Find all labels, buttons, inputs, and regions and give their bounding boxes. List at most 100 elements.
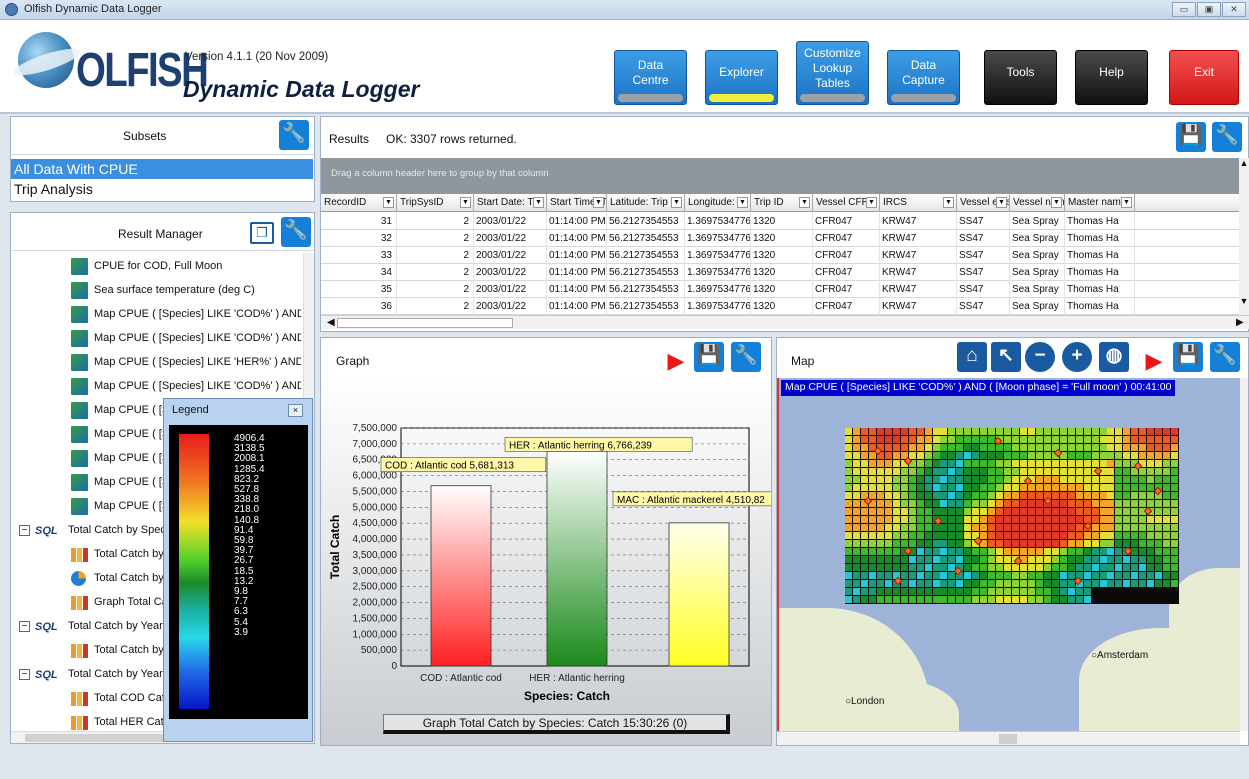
nav-tools-button[interactable]: Tools xyxy=(984,50,1057,105)
zoom-in-icon[interactable]: + xyxy=(1062,342,1092,372)
restore-icon[interactable]: ❐ xyxy=(250,222,274,244)
tree-item[interactable]: CPUE for COD, Full Moon xyxy=(11,255,301,279)
filter-dropdown-icon[interactable]: ▼ xyxy=(866,197,877,208)
nav-exit-button[interactable]: Exit xyxy=(1169,50,1239,105)
legend-close-icon[interactable]: × xyxy=(288,404,303,417)
tree-item[interactable]: Map CPUE ( [Species] LIKE 'COD%' ) AND xyxy=(11,327,301,351)
y-tick-label: 7,000,000 xyxy=(353,439,398,450)
map-canvas[interactable]: Map CPUE ( [Species] LIKE 'COD%' ) AND (… xyxy=(777,378,1240,731)
map-vscrollbar[interactable] xyxy=(1240,378,1248,731)
column-header[interactable]: Start Date: T ▼ xyxy=(474,194,547,212)
filter-dropdown-icon[interactable]: ▼ xyxy=(996,197,1007,208)
bar[interactable] xyxy=(430,485,492,667)
table-row[interactable]: 31 2 2003/01/22 01:14:00 PM 56.2127354553 1.3… xyxy=(321,213,1239,230)
wrench-icon[interactable]: 🔧 xyxy=(1210,342,1240,372)
home-icon[interactable]: ⌂ xyxy=(957,342,987,372)
play-icon[interactable]: ▶ xyxy=(1139,346,1169,376)
table-cell: KRW47 xyxy=(880,264,957,281)
column-header-label: Trip ID xyxy=(754,197,784,208)
filter-dropdown-icon[interactable]: ▼ xyxy=(671,197,682,208)
pointer-icon[interactable]: ↖ xyxy=(991,342,1021,372)
legend-window: Legend × 4906.4 3138.5 2008.1 1285.4 823.2 52… xyxy=(163,398,313,742)
table-cell: 1.3697534776S xyxy=(685,281,751,298)
filter-dropdown-icon[interactable]: ▼ xyxy=(383,197,394,208)
map-hscrollbar[interactable] xyxy=(777,731,1240,745)
column-header[interactable]: Vessel name ▼ xyxy=(1010,194,1065,212)
minimize-button[interactable]: ▭ xyxy=(1172,2,1196,17)
save-icon[interactable]: 💾 xyxy=(1173,342,1203,372)
column-header[interactable]: Longitude: T ▼ xyxy=(685,194,751,212)
y-axis-label: Total Catch xyxy=(328,515,342,579)
table-row[interactable]: 35 2 2003/01/22 01:14:00 PM 56.2127354553 1.3… xyxy=(321,281,1239,298)
table-cell: 34 xyxy=(321,264,397,281)
column-header[interactable]: TripSysID ▼ xyxy=(397,194,474,212)
filter-dropdown-icon[interactable]: ▼ xyxy=(737,197,748,208)
subset-item[interactable]: All Data With CPUE xyxy=(11,159,313,179)
result-manager-title: Result Manager xyxy=(118,227,203,241)
table-row[interactable]: 36 2 2003/01/22 01:14:00 PM 56.2127354553 1.3… xyxy=(321,298,1239,315)
filter-dropdown-icon[interactable]: ▼ xyxy=(799,197,810,208)
nav-customize-lookup-button[interactable]: Customize Lookup Tables xyxy=(796,41,869,105)
column-header[interactable]: RecordID ▼ xyxy=(321,194,397,212)
save-icon[interactable]: 💾 xyxy=(694,342,724,372)
maximize-button[interactable]: ▣ xyxy=(1197,2,1221,17)
grid-hscrollbar[interactable]: ◀ ▶ xyxy=(321,315,1249,329)
column-header[interactable]: Master nam ▼ xyxy=(1065,194,1135,212)
filter-dropdown-icon[interactable]: ▼ xyxy=(1121,197,1132,208)
filter-dropdown-icon[interactable]: ▼ xyxy=(593,197,604,208)
zoom-out-icon[interactable]: − xyxy=(1025,342,1055,372)
subset-item[interactable]: Trip Analysis xyxy=(11,179,313,199)
nav-explorer-button[interactable]: Explorer xyxy=(705,50,778,105)
tree-item[interactable]: Map CPUE ( [Species] LIKE 'COD%' ) AND xyxy=(11,375,301,399)
nav-data-centre-button[interactable]: Data Centre xyxy=(614,50,687,105)
table-cell: 01:14:00 PM xyxy=(547,264,607,281)
filter-dropdown-icon[interactable]: ▼ xyxy=(460,197,471,208)
wrench-icon[interactable]: 🔧 xyxy=(281,217,311,247)
results-status: OK: 3307 rows returned. xyxy=(386,132,517,146)
y-tick-label: 0 xyxy=(391,661,397,672)
bar-chart-icon xyxy=(71,692,88,706)
globe-icon[interactable]: ◍ xyxy=(1099,342,1129,372)
filter-dropdown-icon[interactable]: ▼ xyxy=(943,197,954,208)
column-header[interactable]: Start Time: T ▼ xyxy=(547,194,607,212)
wrench-icon[interactable]: 🔧 xyxy=(731,342,761,372)
table-cell: SS47 xyxy=(957,213,1010,230)
table-cell: Sea Spray xyxy=(1010,298,1065,315)
table-cell: CFR047 xyxy=(813,264,880,281)
bar[interactable] xyxy=(668,522,730,667)
graph-panel: Graph ▶ 💾 🔧 0 500,000 1,000,000 1,500,000 2,… xyxy=(320,337,801,746)
table-cell: 1.3697534776S xyxy=(685,213,751,230)
table-row[interactable]: 34 2 2003/01/22 01:14:00 PM 56.2127354553 1.3… xyxy=(321,264,1239,281)
column-header[interactable]: Trip ID ▼ xyxy=(751,194,813,212)
wrench-icon[interactable]: 🔧 xyxy=(1212,122,1242,152)
table-row[interactable]: 32 2 2003/01/22 01:14:00 PM 56.2127354553 1.3… xyxy=(321,230,1239,247)
bar[interactable] xyxy=(546,450,608,667)
table-cell: 2003/01/22 xyxy=(474,264,547,281)
y-tick-label: 1,500,000 xyxy=(353,613,398,624)
column-header[interactable]: Vessel exter ▼ xyxy=(957,194,1010,212)
tree-item[interactable]: Map CPUE ( [Species] LIKE 'COD%' ) AND xyxy=(11,303,301,327)
column-header[interactable]: Latitude: Trip ▼ xyxy=(607,194,685,212)
nav-data-capture-button[interactable]: Data Capture xyxy=(887,50,960,105)
y-tick-label: 500,000 xyxy=(361,645,398,656)
play-icon[interactable]: ▶ xyxy=(661,346,691,376)
nav-help-button[interactable]: Help xyxy=(1075,50,1148,105)
save-icon[interactable]: 💾 xyxy=(1176,122,1206,152)
column-header[interactable]: IRCS ▼ xyxy=(880,194,957,212)
filter-dropdown-icon[interactable]: ▼ xyxy=(1051,197,1062,208)
city-label: ○Amsterdam xyxy=(1091,650,1149,661)
close-button[interactable]: ✕ xyxy=(1222,2,1246,17)
table-cell: SS47 xyxy=(957,230,1010,247)
expand-collapse-icon[interactable]: − xyxy=(19,621,30,632)
table-row[interactable]: 33 2 2003/01/22 01:14:00 PM 56.2127354553 1.3… xyxy=(321,247,1239,264)
filter-dropdown-icon[interactable]: ▼ xyxy=(533,197,544,208)
tree-item[interactable]: Map CPUE ( [Species] LIKE 'HER%' ) AND xyxy=(11,351,301,375)
expand-collapse-icon[interactable]: − xyxy=(19,525,30,536)
group-by-area[interactable]: Drag a column header here to group by th… xyxy=(321,158,1239,194)
column-header[interactable]: Vessel CFR ▼ xyxy=(813,194,880,212)
grid-vscrollbar[interactable]: ▲ ▼ xyxy=(1239,158,1249,316)
expand-collapse-icon[interactable]: − xyxy=(19,669,30,680)
wrench-icon[interactable]: 🔧 xyxy=(279,120,309,150)
tree-item[interactable]: Sea surface temperature (deg C) xyxy=(11,279,301,303)
tree-item-label: Total HER Cat xyxy=(94,716,164,728)
